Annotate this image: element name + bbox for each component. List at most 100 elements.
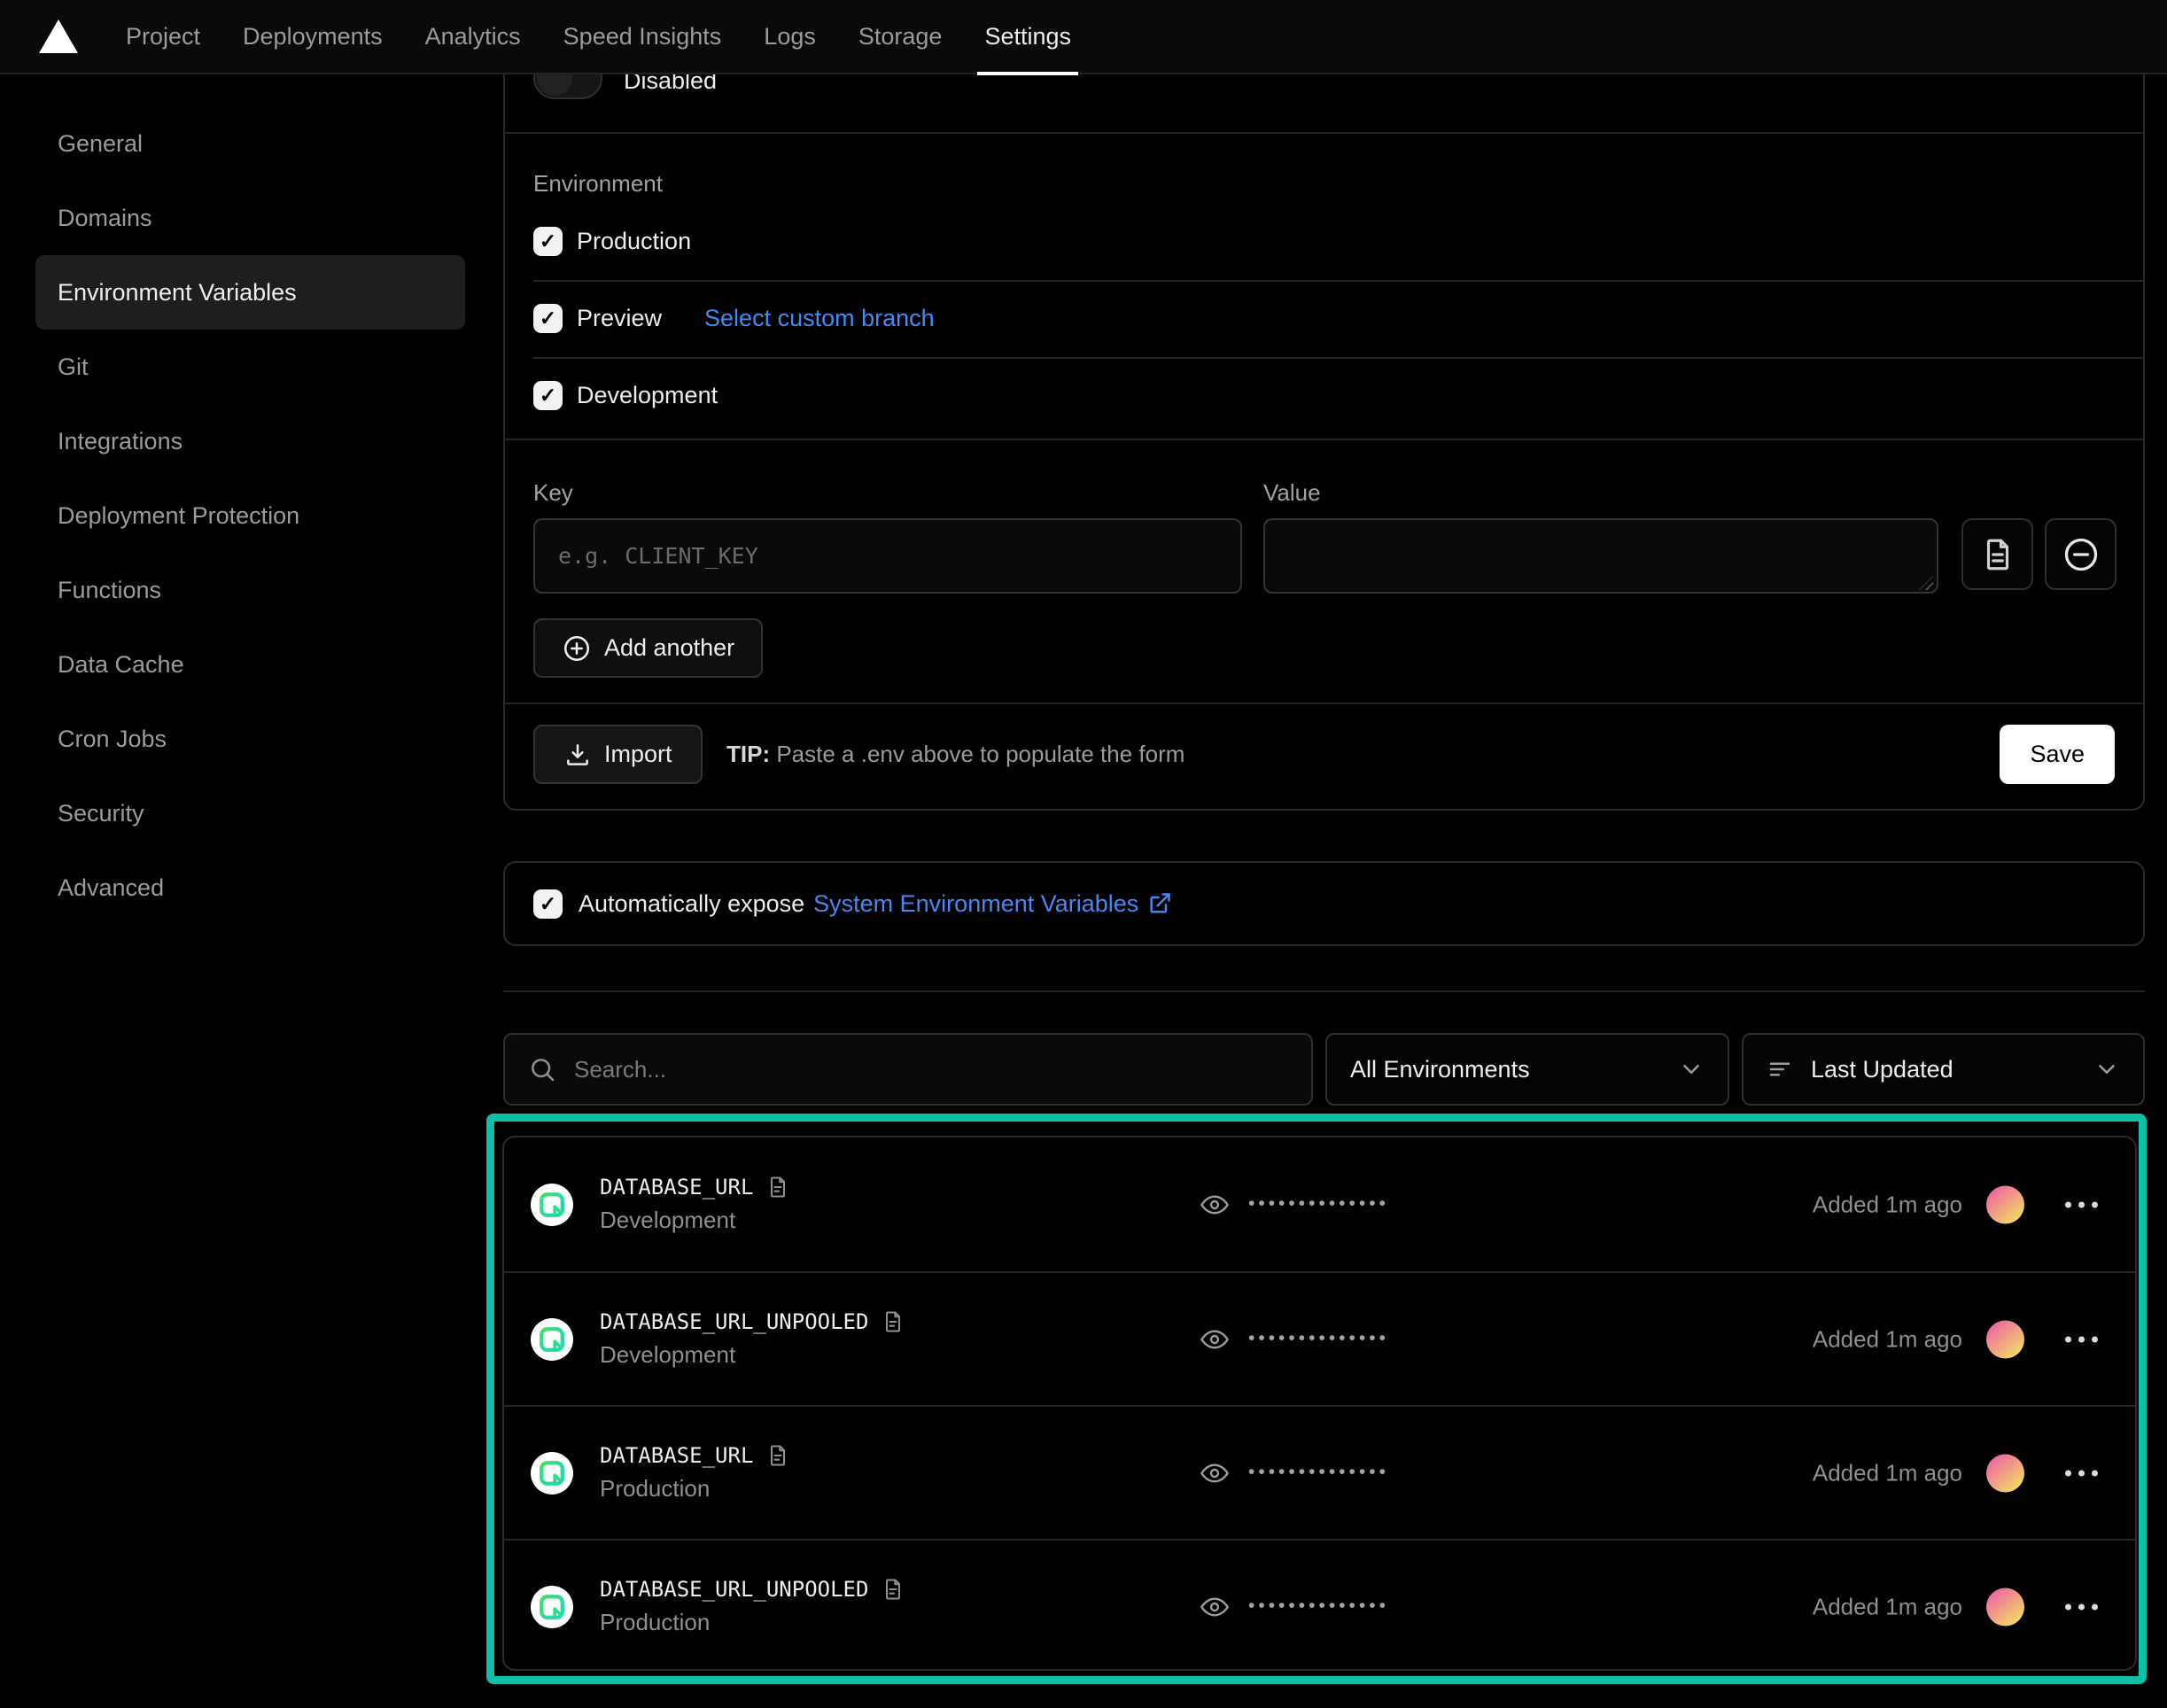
value-label: Value: [1263, 479, 1321, 507]
avatar: [1986, 1588, 2024, 1626]
environment-filter-dropdown[interactable]: All Environments: [1325, 1033, 1729, 1106]
row-actions-menu-button[interactable]: [2065, 1201, 2098, 1207]
plus-circle-icon: [562, 633, 592, 664]
checkmark-icon: ✓: [540, 385, 556, 406]
avatar: [1986, 1454, 2024, 1492]
env-target: Development: [600, 1341, 905, 1369]
checkmark-icon: ✓: [540, 894, 556, 914]
sidebar-item-environment-variables[interactable]: Environment Variables: [35, 255, 465, 330]
env-key: DATABASE_URL_UNPOOLED: [600, 1309, 868, 1334]
environment-row-preview: ✓ Preview Select custom branch: [533, 304, 935, 333]
note-icon[interactable]: [881, 1577, 905, 1602]
tab-deployments[interactable]: Deployments: [243, 0, 383, 74]
search-icon: [528, 1055, 556, 1083]
env-key: DATABASE_URL_UNPOOLED: [600, 1577, 868, 1602]
env-target: Development: [600, 1207, 790, 1234]
environment-variables-settings-page: Project Deployments Analytics Speed Insi…: [0, 0, 2167, 1708]
note-icon[interactable]: [765, 1175, 790, 1199]
vercel-logo-icon[interactable]: [39, 19, 78, 53]
note-icon[interactable]: [765, 1443, 790, 1468]
env-variable-row[interactable]: DATABASE_URL_UNPOOLED Production •••••••…: [504, 1539, 2135, 1671]
key-input[interactable]: [533, 518, 1242, 594]
environment-row-development: ✓ Development: [533, 381, 718, 410]
env-variable-row[interactable]: DATABASE_URL_UNPOOLED Development ••••••…: [504, 1271, 2135, 1405]
external-link-icon: [1147, 891, 1172, 916]
preview-checkbox[interactable]: ✓: [533, 304, 563, 333]
note-icon[interactable]: [881, 1309, 905, 1334]
neon-integration-icon: [531, 1318, 573, 1361]
sort-value: Last Updated: [1811, 1056, 2076, 1083]
neon-integration-icon: [531, 1184, 573, 1226]
env-target: Production: [600, 1609, 905, 1636]
sidebar-item-cron-jobs[interactable]: Cron Jobs: [35, 702, 465, 776]
tab-storage[interactable]: Storage: [858, 0, 943, 74]
system-env-panel: ✓ Automatically expose System Environmen…: [503, 861, 2145, 946]
tab-speed-insights[interactable]: Speed Insights: [563, 0, 722, 74]
tab-project[interactable]: Project: [126, 0, 200, 74]
tab-analytics[interactable]: Analytics: [425, 0, 521, 74]
development-label: Development: [577, 382, 718, 409]
sidebar-item-git[interactable]: Git: [35, 330, 465, 404]
tab-settings[interactable]: Settings: [984, 0, 1071, 74]
add-another-label: Add another: [604, 634, 734, 662]
select-custom-branch-link[interactable]: Select custom branch: [704, 305, 935, 332]
chevron-down-icon: [1678, 1056, 1705, 1083]
download-icon: [563, 741, 592, 769]
search-box: [503, 1033, 1313, 1106]
paste-env-file-button[interactable]: [1961, 518, 2033, 590]
environment-section-label: Environment: [533, 170, 663, 198]
added-timestamp: Added 1m ago: [1813, 1325, 1962, 1353]
env-key: DATABASE_URL: [600, 1175, 753, 1199]
add-variable-panel: Disabled Environment ✓ Production ✓ Prev…: [503, 32, 2145, 811]
development-checkbox[interactable]: ✓: [533, 381, 563, 410]
avatar: [1986, 1320, 2024, 1358]
section-separator: [503, 990, 2145, 992]
masked-value: ••••••••••••••: [1248, 1193, 1389, 1215]
env-target: Production: [600, 1475, 790, 1502]
save-button[interactable]: Save: [2000, 725, 2115, 784]
tab-logs[interactable]: Logs: [764, 0, 816, 74]
production-checkbox[interactable]: ✓: [533, 227, 563, 256]
value-input[interactable]: [1263, 518, 1938, 594]
section-divider: [505, 439, 2143, 440]
remove-row-button[interactable]: [2045, 518, 2117, 590]
import-button[interactable]: Import: [533, 725, 703, 784]
reveal-value-eye-icon[interactable]: [1197, 1593, 1232, 1621]
section-divider: [505, 703, 2143, 704]
reveal-value-eye-icon[interactable]: [1197, 1325, 1232, 1354]
neon-integration-icon: [531, 1586, 573, 1628]
row-actions-menu-button[interactable]: [2065, 1336, 2098, 1342]
sidebar-item-functions[interactable]: Functions: [35, 553, 465, 627]
reveal-value-eye-icon[interactable]: [1197, 1459, 1232, 1487]
masked-value: ••••••••••••••: [1248, 1328, 1389, 1349]
add-another-button[interactable]: Add another: [533, 618, 763, 678]
row-divider: [533, 280, 2143, 282]
sidebar-item-integrations[interactable]: Integrations: [35, 404, 465, 478]
sidebar-item-deployment-protection[interactable]: Deployment Protection: [35, 478, 465, 553]
chevron-down-icon: [2093, 1056, 2120, 1083]
preview-label: Preview: [577, 305, 662, 332]
sidebar-item-advanced[interactable]: Advanced: [35, 850, 465, 925]
environment-filter-value: All Environments: [1350, 1056, 1660, 1083]
import-tip: TIP: Paste a .env above to populate the …: [726, 741, 1184, 768]
row-actions-menu-button[interactable]: [2065, 1470, 2098, 1476]
row-actions-menu-button[interactable]: [2065, 1603, 2098, 1610]
masked-value: ••••••••••••••: [1248, 1462, 1389, 1483]
sidebar-item-security[interactable]: Security: [35, 776, 465, 850]
system-env-variables-link[interactable]: System Environment Variables: [813, 890, 1138, 918]
search-input[interactable]: [574, 1056, 1288, 1083]
sidebar-item-data-cache[interactable]: Data Cache: [35, 627, 465, 702]
env-variable-row[interactable]: DATABASE_URL Development •••••••••••••• …: [504, 1137, 2135, 1271]
sidebar-item-general[interactable]: General: [35, 106, 465, 181]
checkmark-icon: ✓: [540, 308, 556, 329]
sidebar-item-domains[interactable]: Domains: [35, 181, 465, 255]
row-divider: [533, 357, 2143, 359]
sort-dropdown[interactable]: Last Updated: [1742, 1033, 2145, 1106]
neon-integration-icon: [531, 1452, 573, 1494]
env-variable-list: DATABASE_URL Development •••••••••••••• …: [502, 1136, 2137, 1671]
section-divider: [505, 132, 2143, 134]
expose-system-env-checkbox[interactable]: ✓: [533, 889, 563, 919]
env-variable-row[interactable]: DATABASE_URL Production •••••••••••••• A…: [504, 1405, 2135, 1539]
reveal-value-eye-icon[interactable]: [1197, 1191, 1232, 1219]
expose-label: Automatically expose: [579, 890, 804, 918]
